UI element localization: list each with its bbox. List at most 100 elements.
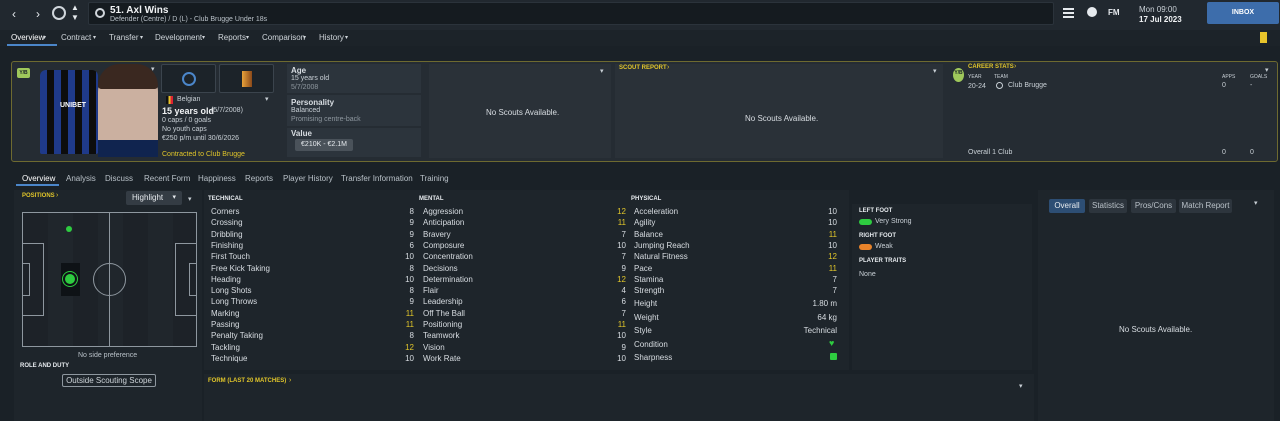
menu-reports[interactable]: Reports — [218, 33, 246, 42]
tab-overall[interactable]: Overall — [1049, 199, 1085, 213]
fm-logo[interactable]: FM — [1108, 8, 1120, 17]
positions-title[interactable]: POSITIONS — [22, 193, 55, 199]
inbox-button[interactable]: INBOX — [1207, 2, 1279, 24]
career-col-team: TEAM — [994, 74, 1008, 80]
subtab-player-history[interactable]: Player History — [283, 174, 333, 183]
club-crest-icon[interactable] — [52, 6, 66, 20]
attr-technical-value: 11 — [405, 320, 414, 329]
chevron-down-icon[interactable]: ▾ — [151, 65, 155, 73]
subtab-training[interactable]: Training — [420, 174, 449, 183]
attr-physical-name: Natural Fitness — [634, 252, 688, 262]
career-badge: Y/B — [953, 68, 964, 82]
attr-mental-value: 7 — [621, 229, 626, 239]
attr-technical-value: 8 — [409, 207, 414, 216]
menu-history[interactable]: History — [319, 33, 344, 42]
chevron-down-icon: ▾ — [246, 35, 250, 41]
subtab-overview[interactable]: Overview — [22, 174, 55, 183]
subtab-reports[interactable]: Reports — [245, 174, 273, 183]
attr-mental-name: Determination — [423, 274, 473, 284]
attr-physical-value: 7 — [832, 286, 837, 296]
left-foot-title: LEFT FOOT — [859, 208, 893, 214]
forward-arrow-icon[interactable]: › — [28, 1, 48, 27]
attr-physical-name: Pace — [634, 263, 653, 273]
attr-detail-name: Condition — [634, 339, 668, 349]
attr-technical-value: 8 — [409, 331, 414, 341]
subtab-analysis[interactable]: Analysis — [66, 174, 96, 183]
chevron-down-icon: ▾ — [303, 35, 307, 41]
bookmark-icon[interactable] — [1260, 32, 1267, 43]
chevron-down-icon[interactable]: ▾ — [265, 95, 269, 103]
left-foot-value: Very Strong — [875, 218, 912, 225]
chevron-right-icon: › — [289, 377, 292, 384]
attr-physical-name: Jumping Reach — [634, 240, 690, 250]
attr-technical-name: Penalty Taking — [211, 331, 263, 341]
scout-report-message: No Scouts Available. — [745, 114, 819, 123]
attr-technical-name: Dribbling — [211, 229, 243, 239]
menu-contract[interactable]: Contract — [61, 33, 91, 42]
highlight-dropdown[interactable]: Highlight ▾ — [126, 191, 182, 205]
youth-caps: No youth caps — [162, 126, 207, 133]
form-title[interactable]: FORM (LAST 20 MATCHES) — [208, 378, 286, 384]
hamburger-menu-icon[interactable] — [1063, 8, 1074, 20]
subtab-recent-form[interactable]: Recent Form — [144, 174, 190, 183]
club-tile[interactable] — [161, 64, 216, 93]
right-foot-title: RIGHT FOOT — [859, 233, 896, 239]
attr-technical-name: Finishing — [211, 240, 244, 250]
menu-comparison[interactable]: Comparison — [262, 33, 305, 42]
nation-tile[interactable] — [219, 64, 274, 93]
chevron-down-icon[interactable]: ▾ — [1019, 382, 1023, 390]
chevron-down-icon[interactable]: ▾ — [1254, 199, 1258, 207]
chevron-down-icon: ▾ — [43, 35, 47, 41]
chevron-down-icon: ▾ — [202, 35, 206, 41]
attr-technical-name: Technique — [211, 353, 248, 363]
technical-title: TECHNICAL — [208, 196, 243, 202]
caps-goals: 0 caps / 0 goals — [162, 117, 212, 124]
search-icon[interactable] — [95, 8, 105, 18]
attributes-panel — [204, 190, 849, 370]
attr-technical-name: Heading — [211, 274, 241, 284]
career-stats-title[interactable]: CAREER STATS — [968, 64, 1014, 70]
career-team[interactable]: Club Brugge — [1008, 82, 1047, 89]
menu-development[interactable]: Development — [155, 33, 202, 42]
up-down-arrows-icon[interactable]: ▲ ▼ — [70, 3, 80, 23]
scout-report-title[interactable]: SCOUT REPORT — [619, 65, 667, 71]
player-title: 51. Axl Wins — [110, 5, 169, 16]
tab-statistics[interactable]: Statistics — [1089, 199, 1127, 213]
outside-scope-button[interactable]: Outside Scouting Scope — [62, 374, 156, 387]
attr-detail-value: Technical — [803, 326, 837, 335]
attr-mental-name: Decisions — [423, 263, 458, 273]
subtab-active-indicator — [16, 184, 59, 186]
subtab-discuss[interactable]: Discuss — [105, 174, 133, 183]
attr-technical-value: 10 — [405, 353, 414, 363]
menu-transfer[interactable]: Transfer — [109, 33, 139, 42]
player-subtitle: Defender (Centre) / D (L) - Club Brugge … — [110, 16, 268, 23]
attr-mental-value: 7 — [621, 252, 626, 262]
attr-physical-value: 7 — [832, 274, 837, 284]
attr-mental-value: 11 — [617, 218, 626, 228]
value-label: Value — [291, 129, 312, 138]
attr-technical-value: 9 — [409, 218, 414, 228]
attr-mental-value: 9 — [621, 263, 626, 273]
menu-overview[interactable]: Overview — [11, 33, 44, 42]
tab-match-report[interactable]: Match Report — [1179, 199, 1232, 213]
chevron-down-icon[interactable]: ▾ — [600, 67, 604, 75]
condition-heart-icon: ♥ — [829, 338, 835, 348]
attr-detail-name: Height — [634, 299, 658, 308]
tab-pros-cons[interactable]: Pros/Cons — [1131, 199, 1176, 213]
subtab-transfer-information[interactable]: Transfer Information — [341, 174, 413, 183]
attr-physical-value: 10 — [828, 218, 837, 228]
game-date: 17 Jul 2023 — [1139, 15, 1182, 24]
subtab-happiness[interactable]: Happiness — [198, 174, 236, 183]
contract-status[interactable]: Contracted to Club Brugge — [162, 151, 245, 158]
role-duty-title: ROLE AND DUTY — [20, 363, 70, 369]
attr-detail-value: 1.80 m — [812, 299, 837, 308]
back-arrow-icon[interactable]: ‹ — [4, 1, 24, 27]
sub-tabs: Overview Analysis Discuss Recent Form Ha… — [14, 172, 1044, 185]
dashboard-icon[interactable] — [1087, 7, 1097, 17]
chevron-down-icon[interactable]: ▾ — [933, 67, 937, 75]
chevron-down-icon[interactable]: ▾ — [1265, 66, 1269, 74]
chevron-down-icon[interactable]: ▾ — [188, 195, 192, 203]
pitch-centre-circle — [93, 263, 126, 296]
attr-technical-value: 10 — [405, 252, 414, 262]
attr-mental-value: 9 — [621, 342, 626, 352]
